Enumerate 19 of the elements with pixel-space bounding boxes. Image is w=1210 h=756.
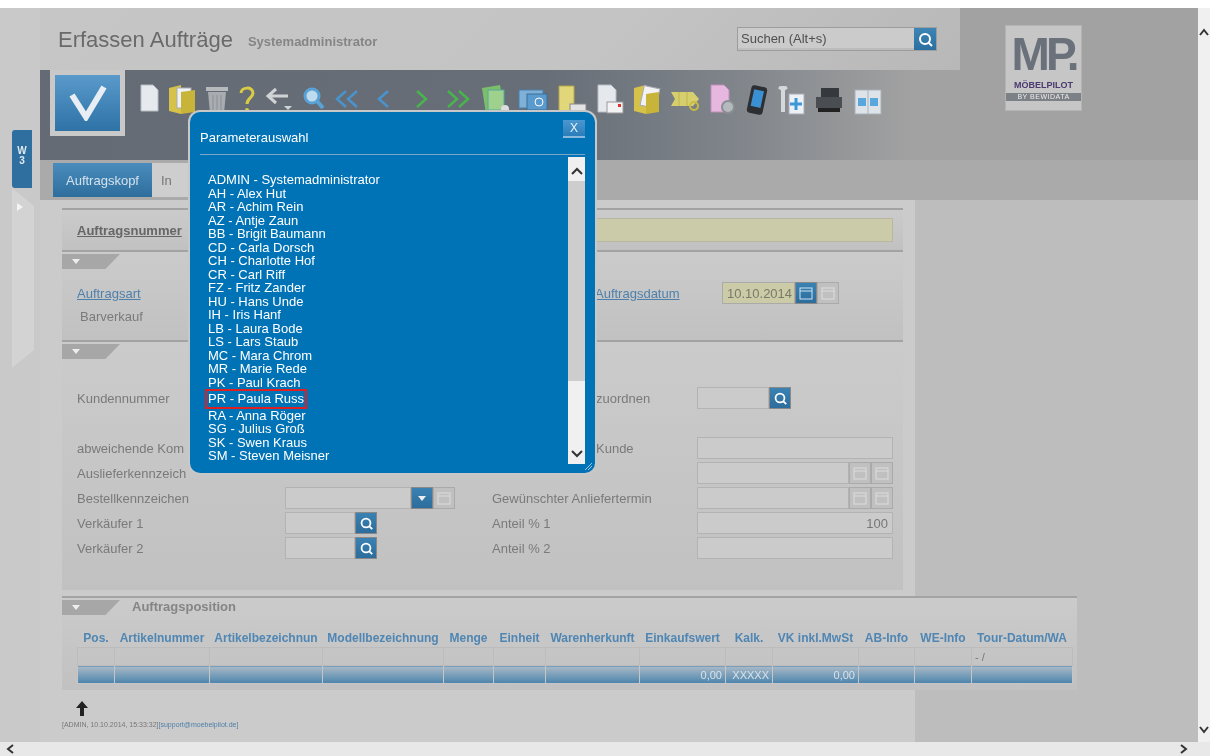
field-label: Kundennummer	[77, 390, 170, 406]
field-label: zuordnen	[596, 390, 651, 406]
field-label: Auslieferkennzeich	[77, 465, 187, 481]
logo-name: MÖBELPILOT	[1014, 80, 1073, 90]
field-label: Verkäufer 2	[77, 540, 144, 556]
field-label: Anteil % 1	[491, 515, 551, 531]
field-label: Kunde	[596, 440, 634, 456]
table-cell: - /	[971, 647, 1073, 666]
page-title: Erfassen Aufträge	[58, 27, 233, 53]
field-value: Barverkauf	[79, 308, 143, 324]
field-label: Anteil % 2	[491, 540, 551, 556]
section-title: Auftragsposition	[132, 599, 236, 614]
field-label: Verkäufer 1	[77, 515, 144, 531]
field-label: Bestellkennzeichen	[77, 490, 190, 506]
logo-mark: MP.	[1011, 30, 1076, 78]
field-label: Gewünschter Anliefertermin	[491, 490, 652, 506]
dialog-title: Parameterauswahl	[200, 130, 309, 145]
user-name: Systemadministrator	[247, 34, 378, 49]
field-label: abweichende Kom	[77, 440, 184, 456]
